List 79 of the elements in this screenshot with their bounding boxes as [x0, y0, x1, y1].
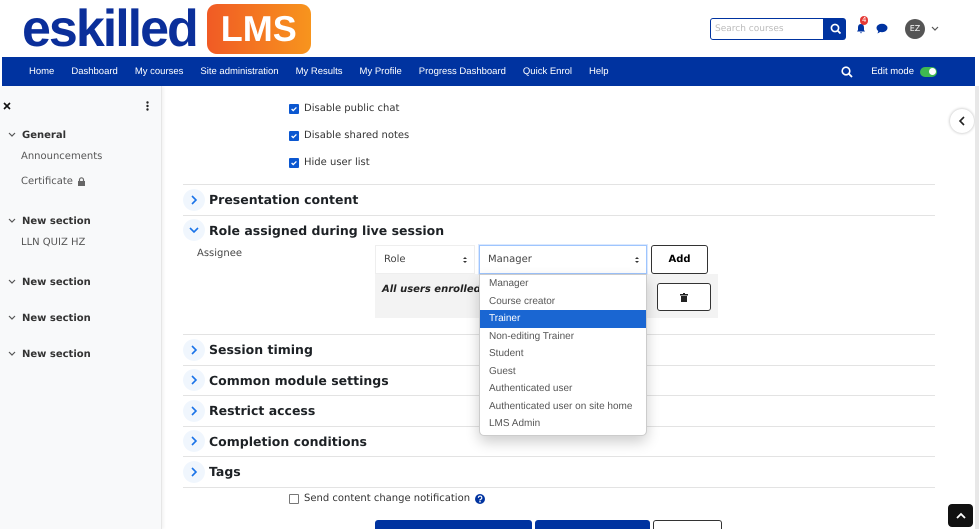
dropdown-option[interactable]: Authenticated user on site home [480, 398, 646, 415]
section-link[interactable]: New section [22, 312, 91, 324]
field-label: Assignee [197, 247, 244, 261]
checkbox-label: Send content change notification [304, 493, 470, 504]
dropdown-option[interactable]: Authenticated user [480, 380, 646, 398]
dropdown-option[interactable]: LMS Admin [480, 415, 646, 432]
dropdown-option[interactable]: Course creator [480, 292, 646, 310]
expand-toggle-button[interactable] [183, 369, 205, 392]
expand-toggle-button[interactable] [183, 430, 205, 452]
search-icon[interactable] [841, 66, 854, 78]
back-to-top-button[interactable] [948, 504, 973, 527]
activity-link[interactable]: Certificate [21, 176, 73, 187]
edit-mode-toggle[interactable] [920, 66, 937, 76]
nav-link[interactable]: Home [29, 66, 54, 77]
checkbox[interactable] [289, 130, 299, 140]
expand-toggle-button[interactable] [183, 338, 205, 361]
nav-link[interactable]: My Results [296, 66, 343, 77]
nav-link[interactable]: Dashboard [71, 66, 118, 77]
add-button[interactable]: Add [651, 245, 708, 274]
dropdown-option[interactable]: Non-editing Trainer [480, 328, 646, 345]
checkbox-label: Disable public chat [304, 103, 400, 114]
value-select[interactable]: Manager [479, 245, 647, 274]
section-heading[interactable]: Presentation content [209, 192, 358, 208]
user-avatar[interactable]: EZ [905, 18, 925, 38]
nav-link[interactable]: Quick Enrol [522, 66, 572, 77]
close-icon[interactable] [3, 102, 11, 110]
drawer-toggle-button[interactable] [950, 109, 974, 133]
section-link[interactable]: New section [22, 348, 91, 360]
chevron-left-icon [957, 116, 967, 126]
chat-icon[interactable] [876, 23, 888, 34]
section-heading[interactable]: Completion conditions [209, 434, 367, 449]
sort-arrows-icon [634, 256, 640, 264]
dropdown-option[interactable]: Student [480, 345, 646, 362]
search-field[interactable]: Search courses [710, 18, 824, 40]
logo-wordmark: eskilled [22, 6, 197, 52]
expand-toggle-button[interactable] [183, 400, 205, 422]
checkbox[interactable] [289, 158, 299, 168]
edit-mode-label: Edit mode [871, 66, 914, 77]
chevron-down-icon[interactable] [8, 350, 16, 358]
logo-badge: LMS [206, 4, 311, 54]
section-heading[interactable]: Common module settings [209, 372, 389, 388]
chevron-down-icon[interactable] [8, 278, 16, 286]
trash-icon [680, 292, 688, 302]
section-link[interactable]: New section [22, 216, 91, 226]
chevron-down-icon[interactable] [8, 314, 16, 322]
chevron-down-icon[interactable] [8, 217, 16, 225]
search-icon [830, 23, 840, 34]
nav-link[interactable]: Help [589, 66, 609, 77]
activity-link[interactable]: LLN QUIZ HZ [21, 237, 86, 248]
caret-icon[interactable] [931, 25, 939, 32]
delete-button[interactable] [657, 283, 711, 311]
dropdown-option[interactable]: Trainer [480, 310, 646, 328]
search-button[interactable] [824, 18, 846, 40]
checkbox[interactable] [289, 104, 299, 114]
expand-toggle-button[interactable] [183, 188, 205, 211]
section-heading[interactable]: Tags [209, 464, 241, 480]
activity-link[interactable]: Announcements [21, 151, 102, 162]
expand-toggle-button[interactable] [183, 460, 205, 483]
section-link[interactable]: New section [22, 276, 91, 288]
section-link[interactable]: General [22, 130, 66, 140]
dropdown-option[interactable]: Guest [480, 362, 646, 380]
type-select[interactable]: Role [375, 245, 475, 274]
section-heading[interactable]: Session timing [209, 342, 313, 358]
expand-toggle-button[interactable] [183, 219, 205, 242]
bell-icon[interactable] [856, 23, 866, 34]
nav-link[interactable]: My Profile [360, 66, 402, 77]
section-heading[interactable]: Restrict access [209, 403, 316, 418]
dropdown-option[interactable]: Manager [480, 275, 646, 292]
nav-link[interactable]: Progress Dashboard [418, 66, 506, 77]
sort-arrows-icon [462, 256, 468, 264]
checkbox-label: Disable shared notes [304, 130, 410, 141]
chevron-down-icon[interactable] [8, 131, 16, 139]
more-options-icon[interactable] [146, 101, 149, 111]
checkbox-label: Hide user list [304, 157, 370, 168]
section-heading[interactable]: Role assigned during live session [209, 222, 444, 238]
nav-link[interactable]: Site administration [200, 66, 279, 77]
nav-link[interactable]: My courses [134, 66, 184, 77]
checkbox[interactable] [289, 494, 299, 504]
help-icon[interactable] [475, 494, 486, 504]
